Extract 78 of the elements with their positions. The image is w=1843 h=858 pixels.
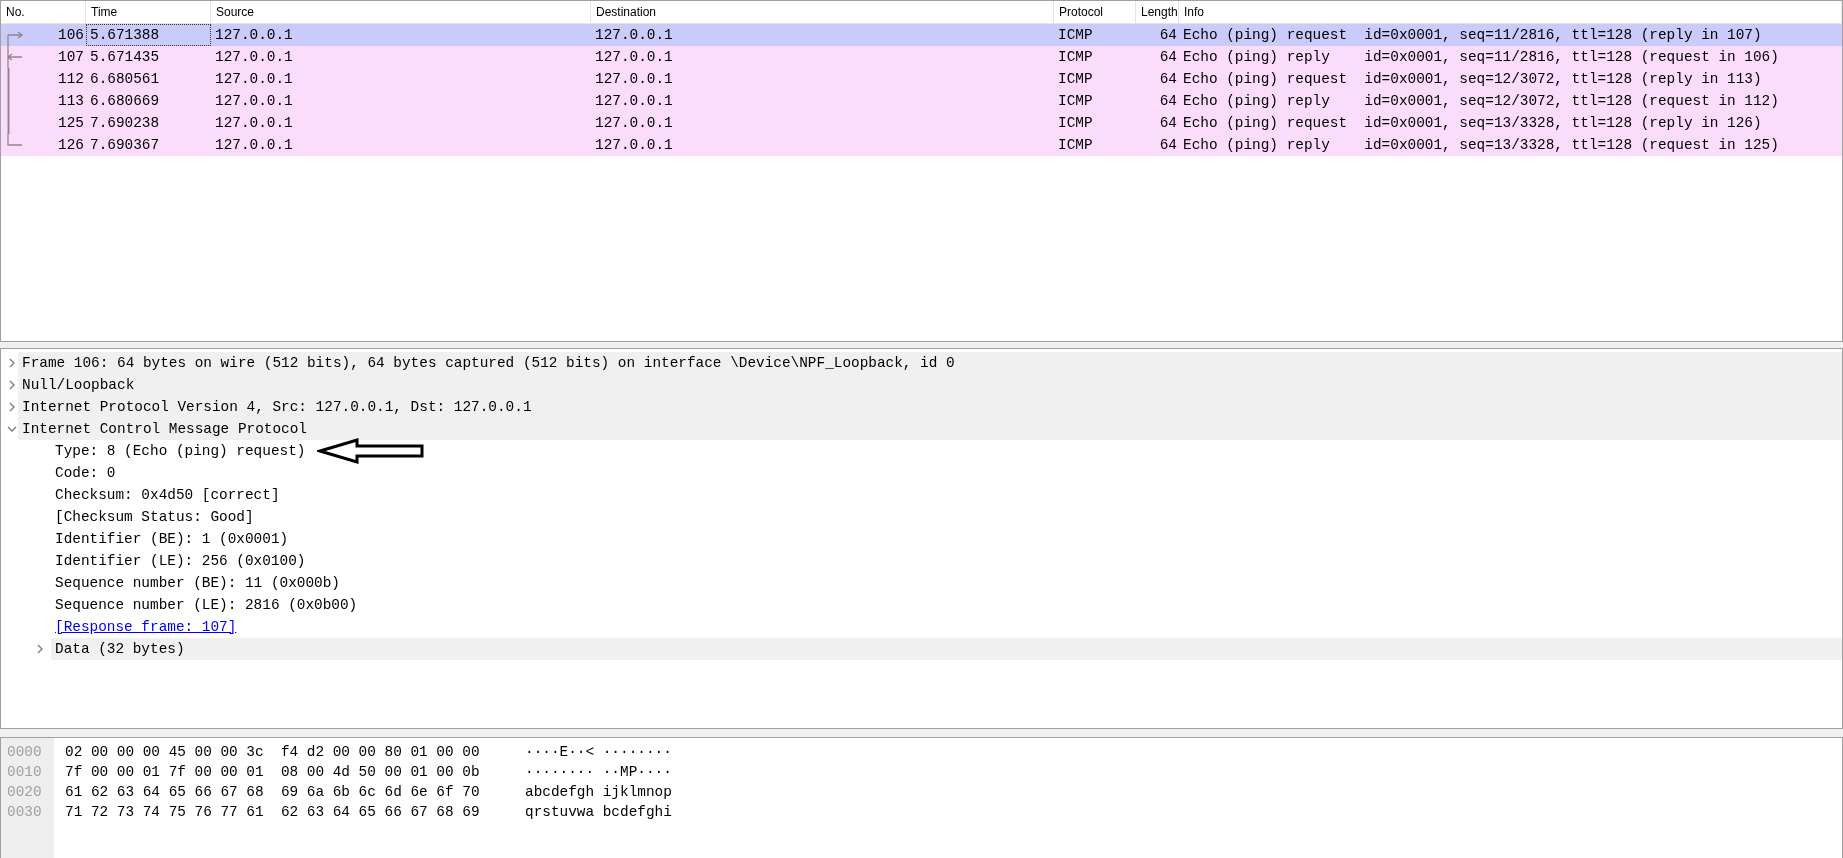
table-cell-text: 64 xyxy=(1158,70,1178,89)
table-cell-text: 127.0.0.1 xyxy=(594,92,674,111)
tree-item[interactable]: Type: 8 (Echo (ping) request) xyxy=(51,440,1842,462)
tree-item[interactable]: Identifier (LE): 256 (0x0100) xyxy=(51,550,1842,572)
packet-row[interactable]: 107 5.671435 127.0.0.1 127.0.0.1 ICMP 64 Echo (ping) reply id=0x0001, seq=11/2816, ttl=128 (request in 106) xyxy=(1,46,1842,68)
hex-bytes[interactable]: 7f 00 00 01 7f 00 00 01 08 00 4d 50 00 01 00 0b xyxy=(65,762,525,782)
table-cell-text: 7.690367 xyxy=(89,136,161,155)
tree-item[interactable]: Null/Loopback xyxy=(18,374,1842,396)
hex-bytes[interactable]: 61 62 63 64 65 66 67 68 69 6a 6b 6c 6d 6e 6f 70 xyxy=(65,782,525,802)
offset-label: 0020 xyxy=(6,783,43,802)
column-header[interactable]: Length xyxy=(1136,1,1179,23)
column-header[interactable]: Protocol xyxy=(1054,1,1136,23)
table-cell-text: Echo (ping) request id=0x0001, seq=13/3328, ttl=128 (reply in 126) xyxy=(1182,114,1763,133)
column-header[interactable]: Source xyxy=(211,1,591,23)
table-cell-text: 127.0.0.1 xyxy=(214,70,294,89)
table-cell-text: 127.0.0.1 xyxy=(594,114,674,133)
table-cell-text: 127.0.0.1 xyxy=(594,26,674,45)
table-cell-text: 127.0.0.1 xyxy=(594,136,674,155)
tree-item[interactable]: [Checksum Status: Good] xyxy=(51,506,1842,528)
table-cell-text: Echo (ping) reply id=0x0001, seq=13/3328, ttl=128 (request in 125) xyxy=(1182,136,1780,155)
table-cell-text: ICMP xyxy=(1057,48,1094,67)
ascii-text[interactable]: qrstuvwa bcdefghi xyxy=(525,802,672,822)
ascii-text[interactable]: abcdefgh ijklmnop xyxy=(525,782,672,802)
column-header[interactable]: No. xyxy=(1,1,86,23)
table-cell-text: 106 xyxy=(57,26,85,45)
tree-item[interactable]: Code: 0 xyxy=(51,462,1842,484)
table-cell-text: 5.671435 xyxy=(89,48,161,67)
table-cell-text: Echo (ping) request id=0x0001, seq=11/2816, ttl=128 (reply in 107) xyxy=(1182,26,1763,45)
response-frame-link[interactable]: [Response frame: 107] xyxy=(51,616,237,638)
table-cell-text: 64 xyxy=(1158,48,1178,67)
table-cell-text: ICMP xyxy=(1057,114,1094,133)
tree-item[interactable]: Checksum: 0x4d50 [correct] xyxy=(51,484,1842,506)
ascii-text[interactable]: ········ ··MP···· xyxy=(525,762,672,782)
table-cell-text: 126 xyxy=(57,136,85,155)
tree-item[interactable]: Internet Control Message Protocol xyxy=(18,418,1842,440)
offset-label: 0000 xyxy=(6,743,43,762)
hex-bytes[interactable]: 02 00 00 00 45 00 00 3c f4 d2 00 00 80 01 00 00 xyxy=(65,742,525,762)
table-cell-text: 64 xyxy=(1158,136,1178,155)
tree-item[interactable]: Sequence number (BE): 11 (0x000b) xyxy=(51,572,1842,594)
hex-bytes[interactable]: 71 72 73 74 75 76 77 61 62 63 64 65 66 67 68 69 xyxy=(65,802,525,822)
column-header[interactable]: Info xyxy=(1179,1,1842,23)
table-cell-text: ICMP xyxy=(1057,26,1094,45)
table-cell-text: 127.0.0.1 xyxy=(214,114,294,133)
table-cell-text: Echo (ping) reply id=0x0001, seq=12/3072, ttl=128 (request in 112) xyxy=(1182,92,1780,111)
offset-label: 0030 xyxy=(6,803,43,822)
table-cell-text: 112 xyxy=(57,70,85,89)
table-cell-text: 64 xyxy=(1158,26,1178,45)
table-cell-text: 125 xyxy=(57,114,85,133)
table-cell-text: 107 xyxy=(57,48,85,67)
table-cell-text: ICMP xyxy=(1057,136,1094,155)
offset-label: 0010 xyxy=(6,763,43,782)
table-cell-text: ICMP xyxy=(1057,70,1094,89)
tree-item[interactable]: Frame 106: 64 bytes on wire (512 bits), 64 bytes captured (512 bits) on interface \Device\NPF_Loopback, id 0 xyxy=(18,352,1842,374)
table-cell-text: 127.0.0.1 xyxy=(594,48,674,67)
tree-item[interactable]: Sequence number (LE): 2816 (0x0b00) xyxy=(51,594,1842,616)
tree-item[interactable]: Identifier (BE): 1 (0x0001) xyxy=(51,528,1842,550)
table-cell-text: Echo (ping) reply id=0x0001, seq=11/2816, ttl=128 (request in 106) xyxy=(1182,48,1780,67)
table-cell-text: Echo (ping) request id=0x0001, seq=12/3072, ttl=128 (reply in 113) xyxy=(1182,70,1763,89)
packet-row[interactable]: 106 5.671388 127.0.0.1 127.0.0.1 ICMP 64 Echo (ping) request id=0x0001, seq=11/2816, ttl=128 (reply in 107) xyxy=(1,24,1842,46)
table-cell: 5.671388 xyxy=(86,24,211,46)
table-cell-text: 127.0.0.1 xyxy=(214,136,294,155)
table-cell-text: 6.680561 xyxy=(89,70,161,89)
ascii-text[interactable]: ····E··< ········ xyxy=(525,742,672,762)
tree-item[interactable]: Data (32 bytes) xyxy=(51,638,1842,660)
table-cell-text: 127.0.0.1 xyxy=(214,26,294,45)
tree-item[interactable]: Internet Protocol Version 4, Src: 127.0.0.1, Dst: 127.0.0.1 xyxy=(18,396,1842,418)
table-cell-text: 127.0.0.1 xyxy=(594,70,674,89)
column-header[interactable]: Time xyxy=(86,1,211,23)
table-cell-text: 7.690238 xyxy=(89,114,161,133)
table-cell-text: 64 xyxy=(1158,92,1178,111)
table-cell-text: 64 xyxy=(1158,114,1178,133)
table-cell-text: 113 xyxy=(57,92,85,111)
table-cell-text: ICMP xyxy=(1057,92,1094,111)
column-header[interactable]: Destination xyxy=(591,1,1054,23)
table-cell-text: 127.0.0.1 xyxy=(214,48,294,67)
packet-row[interactable]: 126 7.690367 127.0.0.1 127.0.0.1 ICMP 64 Echo (ping) reply id=0x0001, seq=13/3328, ttl=128 (request in 125) xyxy=(1,134,1842,156)
table-cell-text: 6.680669 xyxy=(89,92,161,111)
table-cell-text: 127.0.0.1 xyxy=(214,92,294,111)
